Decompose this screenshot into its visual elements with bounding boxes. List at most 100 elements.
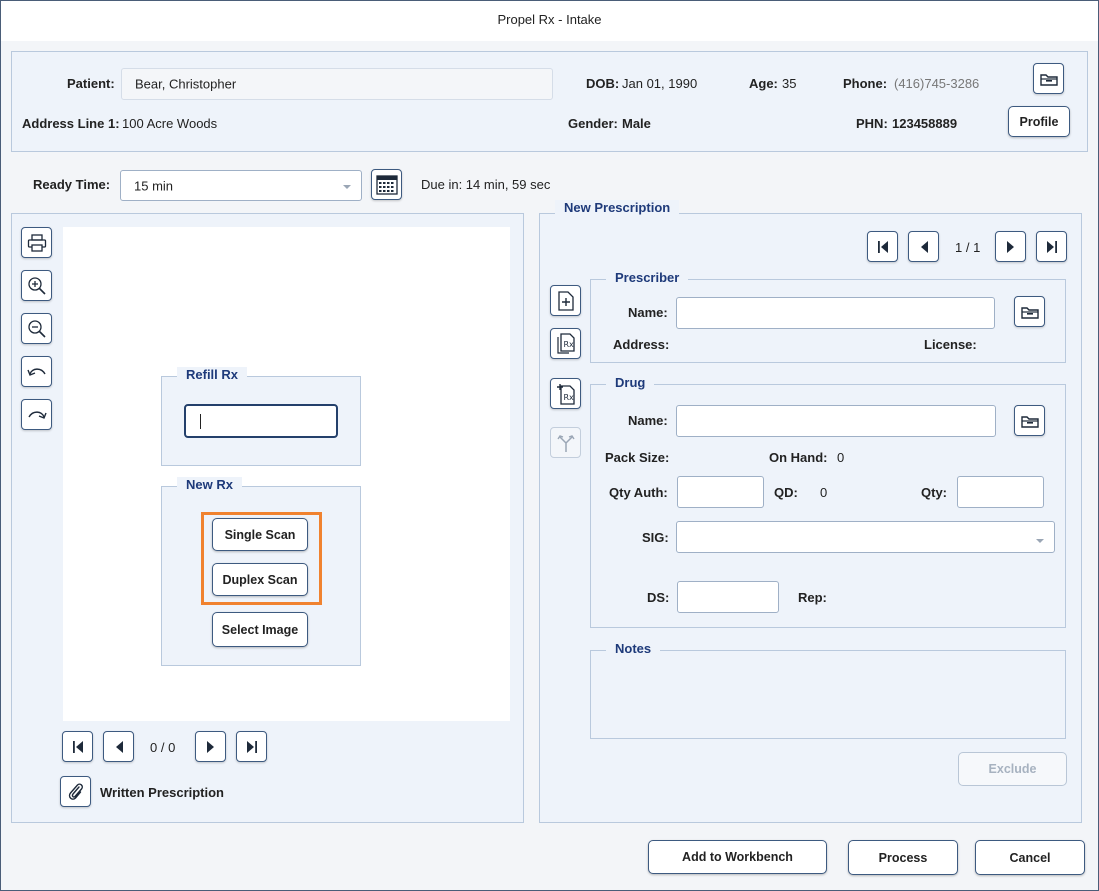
next-page-button[interactable] [195, 731, 226, 762]
rotate-left-button[interactable] [21, 356, 52, 387]
notes-textarea[interactable] [591, 660, 1065, 738]
prescriber-address-label: Address: [613, 337, 670, 352]
qty-auth-input[interactable] [677, 476, 764, 508]
zoom-out-icon [27, 319, 46, 338]
folder-icon [1020, 415, 1039, 428]
ready-time-select[interactable]: 15 min [120, 170, 362, 201]
qty-input[interactable] [957, 476, 1044, 508]
add-document-icon [557, 290, 574, 311]
rx-first-button[interactable] [867, 231, 898, 262]
exclude-button[interactable]: Exclude [958, 752, 1067, 786]
select-image-button[interactable]: Select Image [212, 612, 308, 647]
attach-button[interactable] [60, 776, 91, 807]
written-prescription-label: Written Prescription [100, 785, 225, 800]
scan-page-counter: 0 / 0 [150, 740, 176, 755]
prescriber-lookup-button[interactable] [1014, 296, 1045, 327]
drug-name-label: Name: [628, 413, 668, 428]
next-page-icon [206, 740, 214, 753]
rx-prev-button[interactable] [908, 231, 939, 262]
dob-value: Jan 01, 1990 [622, 76, 698, 91]
calendar-icon [375, 174, 398, 195]
patient-name-field: Bear, Christopher [121, 68, 553, 100]
on-hand-value: 0 [837, 450, 845, 465]
rep-label: Rep: [798, 590, 827, 605]
duplex-scan-button[interactable]: Duplex Scan [212, 563, 308, 596]
new-rx-doc-button[interactable] [550, 285, 581, 316]
prescriber-name-label: Name: [628, 305, 668, 320]
cancel-button[interactable]: Cancel [975, 840, 1085, 875]
single-scan-button[interactable]: Single Scan [212, 518, 308, 551]
zoom-out-button[interactable] [21, 313, 52, 344]
add-rx-icon: Rx [556, 383, 575, 405]
zoom-in-icon [27, 276, 46, 295]
patient-folder-button[interactable] [1033, 63, 1064, 94]
rotate-left-icon [26, 367, 46, 376]
phone-value: (416)745-3286 [894, 76, 980, 91]
pack-size-label: Pack Size: [605, 450, 670, 465]
qty-auth-label: Qty Auth: [609, 485, 668, 500]
prev-page-button[interactable] [103, 731, 134, 762]
on-hand-label: On Hand: [769, 450, 828, 465]
last-page-icon [246, 740, 257, 753]
rx-last-button[interactable] [1036, 231, 1067, 262]
patient-name-value: Bear, Christopher [135, 76, 237, 92]
patient-label: Patient: [67, 76, 115, 91]
rotate-right-button[interactable] [21, 399, 52, 430]
folder-icon [1039, 73, 1058, 86]
zoom-in-button[interactable] [21, 270, 52, 301]
ready-time-value: 15 min [134, 178, 174, 193]
calendar-button[interactable] [371, 169, 402, 200]
age-value: 35 [782, 76, 797, 91]
gender-label: Gender: [568, 116, 618, 131]
prev-page-icon [920, 240, 928, 253]
prev-page-icon [115, 740, 123, 753]
prescriber-title: Prescriber [606, 270, 689, 285]
phn-value: 123458889 [892, 116, 958, 131]
phn-label: PHN: [856, 116, 888, 131]
gender-value: Male [622, 116, 651, 131]
chevron-down-icon [343, 184, 351, 189]
drug-name-input[interactable] [676, 405, 996, 437]
address-value: 100 Acre Woods [122, 116, 218, 131]
prescriber-name-input[interactable] [676, 297, 995, 329]
last-page-icon [1046, 240, 1057, 253]
text-cursor [200, 414, 201, 429]
drug-title: Drug [606, 375, 655, 390]
rx-page-counter: 1 / 1 [955, 240, 981, 255]
add-to-workbench-button[interactable]: Add to Workbench [648, 840, 827, 874]
new-prescription-title: New Prescription [555, 200, 680, 215]
due-time-text: Due in: 14 min, 59 sec [421, 177, 551, 192]
drug-lookup-button[interactable] [1014, 405, 1045, 436]
last-page-button[interactable] [236, 731, 267, 762]
qty-label: Qty: [921, 485, 947, 500]
qd-value: 0 [820, 485, 828, 500]
rotate-right-icon [27, 410, 47, 419]
sig-label: SIG: [642, 530, 669, 545]
qd-label: QD: [774, 485, 798, 500]
ds-label: DS: [647, 590, 670, 605]
profile-button[interactable]: Profile [1008, 106, 1070, 137]
first-page-button[interactable] [62, 731, 93, 762]
refill-rx-title: Refill Rx [177, 367, 248, 382]
ds-input[interactable] [677, 581, 779, 613]
window-title: Propel Rx - Intake [1, 1, 1098, 41]
first-page-icon [72, 740, 83, 753]
chevron-down-icon [1036, 539, 1044, 543]
first-page-icon [877, 240, 888, 253]
folder-icon [1020, 306, 1039, 319]
add-rx-button[interactable]: Rx [550, 378, 581, 409]
phone-label: Phone: [843, 76, 888, 91]
rx-next-button[interactable] [995, 231, 1026, 262]
new-rx-title: New Rx [177, 477, 242, 492]
process-button[interactable]: Process [848, 840, 958, 875]
refill-rx-input[interactable] [184, 404, 338, 438]
notes-title: Notes [606, 641, 661, 656]
print-button[interactable] [21, 227, 52, 258]
merge-button[interactable] [550, 427, 581, 458]
sig-select[interactable] [676, 521, 1055, 553]
age-label: Age: [749, 76, 778, 91]
next-page-icon [1006, 240, 1014, 253]
ready-time-label: Ready Time: [33, 177, 111, 192]
copy-rx-button[interactable]: Rx [550, 328, 581, 359]
address-label: Address Line 1: [22, 116, 120, 131]
